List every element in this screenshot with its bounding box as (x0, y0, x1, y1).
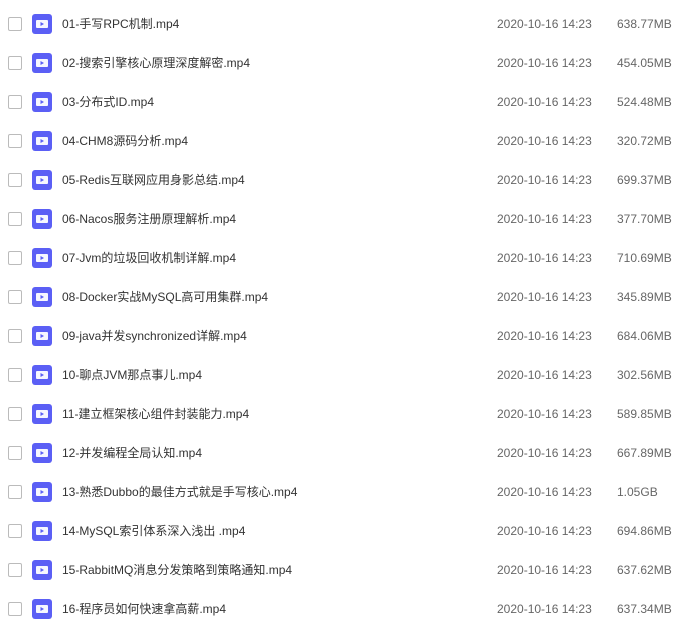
file-checkbox[interactable] (8, 173, 22, 187)
file-size: 1.05GB (617, 485, 687, 499)
file-name[interactable]: 03-分布式ID.mp4 (62, 93, 497, 110)
file-row[interactable]: 07-Jvm的垃圾回收机制详解.mp42020-10-16 14:23710.6… (0, 238, 695, 277)
video-file-icon (32, 521, 52, 541)
file-checkbox[interactable] (8, 602, 22, 616)
file-date: 2020-10-16 14:23 (497, 212, 617, 226)
file-checkbox[interactable] (8, 134, 22, 148)
file-name[interactable]: 04-CHM8源码分析.mp4 (62, 132, 497, 149)
file-size: 694.86MB (617, 524, 687, 538)
file-size: 454.05MB (617, 56, 687, 70)
file-size: 638.77MB (617, 17, 687, 31)
video-file-icon (32, 131, 52, 151)
file-name[interactable]: 02-搜索引擎核心原理深度解密.mp4 (62, 54, 497, 71)
file-date: 2020-10-16 14:23 (497, 173, 617, 187)
file-size: 524.48MB (617, 95, 687, 109)
video-file-icon (32, 92, 52, 112)
video-file-icon (32, 404, 52, 424)
file-name[interactable]: 11-建立框架核心组件封装能力.mp4 (62, 405, 497, 422)
file-size: 699.37MB (617, 173, 687, 187)
video-file-icon (32, 443, 52, 463)
video-file-icon (32, 560, 52, 580)
file-checkbox[interactable] (8, 446, 22, 460)
video-file-icon (32, 14, 52, 34)
file-row[interactable]: 12-并发编程全局认知.mp42020-10-16 14:23667.89MB (0, 433, 695, 472)
video-file-icon (32, 482, 52, 502)
file-checkbox[interactable] (8, 563, 22, 577)
file-checkbox[interactable] (8, 56, 22, 70)
file-row[interactable]: 14-MySQL索引体系深入浅出 .mp42020-10-16 14:23694… (0, 511, 695, 550)
file-list: 01-手写RPC机制.mp42020-10-16 14:23638.77MB02… (0, 0, 695, 632)
file-size: 345.89MB (617, 290, 687, 304)
file-date: 2020-10-16 14:23 (497, 56, 617, 70)
file-date: 2020-10-16 14:23 (497, 407, 617, 421)
file-size: 320.72MB (617, 134, 687, 148)
file-date: 2020-10-16 14:23 (497, 95, 617, 109)
file-size: 667.89MB (617, 446, 687, 460)
file-name[interactable]: 07-Jvm的垃圾回收机制详解.mp4 (62, 249, 497, 266)
file-date: 2020-10-16 14:23 (497, 368, 617, 382)
file-size: 637.62MB (617, 563, 687, 577)
file-checkbox[interactable] (8, 407, 22, 421)
video-file-icon (32, 248, 52, 268)
file-size: 302.56MB (617, 368, 687, 382)
file-row[interactable]: 06-Nacos服务注册原理解析.mp42020-10-16 14:23377.… (0, 199, 695, 238)
video-file-icon (32, 209, 52, 229)
file-row[interactable]: 09-java并发synchronized详解.mp42020-10-16 14… (0, 316, 695, 355)
file-name[interactable]: 16-程序员如何快速拿高薪.mp4 (62, 600, 497, 617)
file-checkbox[interactable] (8, 251, 22, 265)
file-date: 2020-10-16 14:23 (497, 602, 617, 616)
video-file-icon (32, 170, 52, 190)
video-file-icon (32, 365, 52, 385)
file-name[interactable]: 08-Docker实战MySQL高可用集群.mp4 (62, 288, 497, 305)
file-date: 2020-10-16 14:23 (497, 134, 617, 148)
file-name[interactable]: 09-java并发synchronized详解.mp4 (62, 327, 497, 344)
file-row[interactable]: 15-RabbitMQ消息分发策略到策略通知.mp42020-10-16 14:… (0, 550, 695, 589)
file-row[interactable]: 05-Redis互联网应用身影总结.mp42020-10-16 14:23699… (0, 160, 695, 199)
file-size: 637.34MB (617, 602, 687, 616)
file-name[interactable]: 01-手写RPC机制.mp4 (62, 15, 497, 32)
file-date: 2020-10-16 14:23 (497, 17, 617, 31)
video-file-icon (32, 287, 52, 307)
file-name[interactable]: 06-Nacos服务注册原理解析.mp4 (62, 210, 497, 227)
file-row[interactable]: 08-Docker实战MySQL高可用集群.mp42020-10-16 14:2… (0, 277, 695, 316)
video-file-icon (32, 53, 52, 73)
file-date: 2020-10-16 14:23 (497, 329, 617, 343)
video-file-icon (32, 599, 52, 619)
file-name[interactable]: 12-并发编程全局认知.mp4 (62, 444, 497, 461)
file-checkbox[interactable] (8, 290, 22, 304)
file-date: 2020-10-16 14:23 (497, 524, 617, 538)
file-checkbox[interactable] (8, 485, 22, 499)
file-row[interactable]: 11-建立框架核心组件封装能力.mp42020-10-16 14:23589.8… (0, 394, 695, 433)
file-row[interactable]: 03-分布式ID.mp42020-10-16 14:23524.48MB (0, 82, 695, 121)
file-checkbox[interactable] (8, 524, 22, 538)
file-checkbox[interactable] (8, 329, 22, 343)
file-row[interactable]: 01-手写RPC机制.mp42020-10-16 14:23638.77MB (0, 4, 695, 43)
file-name[interactable]: 13-熟悉Dubbo的最佳方式就是手写核心.mp4 (62, 483, 497, 500)
file-date: 2020-10-16 14:23 (497, 563, 617, 577)
file-checkbox[interactable] (8, 368, 22, 382)
file-row[interactable]: 10-聊点JVM那点事儿.mp42020-10-16 14:23302.56MB (0, 355, 695, 394)
file-date: 2020-10-16 14:23 (497, 446, 617, 460)
file-checkbox[interactable] (8, 212, 22, 226)
file-row[interactable]: 13-熟悉Dubbo的最佳方式就是手写核心.mp42020-10-16 14:2… (0, 472, 695, 511)
file-name[interactable]: 05-Redis互联网应用身影总结.mp4 (62, 171, 497, 188)
file-row[interactable]: 02-搜索引擎核心原理深度解密.mp42020-10-16 14:23454.0… (0, 43, 695, 82)
file-row[interactable]: 16-程序员如何快速拿高薪.mp42020-10-16 14:23637.34M… (0, 589, 695, 628)
file-checkbox[interactable] (8, 95, 22, 109)
file-checkbox[interactable] (8, 17, 22, 31)
file-date: 2020-10-16 14:23 (497, 251, 617, 265)
file-size: 710.69MB (617, 251, 687, 265)
video-file-icon (32, 326, 52, 346)
file-date: 2020-10-16 14:23 (497, 290, 617, 304)
file-name[interactable]: 10-聊点JVM那点事儿.mp4 (62, 366, 497, 383)
file-size: 377.70MB (617, 212, 687, 226)
file-name[interactable]: 14-MySQL索引体系深入浅出 .mp4 (62, 522, 497, 539)
file-size: 684.06MB (617, 329, 687, 343)
file-name[interactable]: 15-RabbitMQ消息分发策略到策略通知.mp4 (62, 561, 497, 578)
file-date: 2020-10-16 14:23 (497, 485, 617, 499)
file-row[interactable]: 04-CHM8源码分析.mp42020-10-16 14:23320.72MB (0, 121, 695, 160)
file-size: 589.85MB (617, 407, 687, 421)
